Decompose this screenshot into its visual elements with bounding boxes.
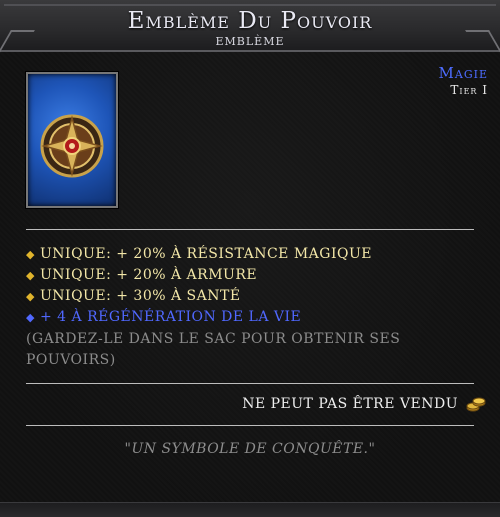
item-icon-frame — [26, 72, 118, 208]
gold-coins-icon — [466, 397, 486, 412]
diamond-bullet-icon: ◆ — [26, 290, 35, 303]
diamond-bullet-icon: ◆ — [26, 311, 35, 324]
diamond-bullet-icon: ◆ — [26, 248, 35, 261]
item-title: Emblème Du Pouvoir — [127, 8, 373, 34]
stat-text: + 4 à Régénération de la Vie — [40, 309, 302, 325]
diamond-bullet-icon: ◆ — [26, 269, 35, 282]
stat-line: ◆ + 4 à Régénération de la Vie — [26, 307, 476, 328]
stat-text: Unique: + 20% à Résistance Magique — [40, 246, 372, 262]
golden-emblem-icon — [40, 114, 104, 178]
stat-line: ◆ Unique: + 20% à Résistance Magique — [26, 244, 476, 265]
tooltip-bottom-border — [0, 502, 500, 517]
sell-text: Ne peut pas être vendu — [242, 396, 458, 412]
divider — [26, 425, 474, 426]
divider — [26, 383, 474, 384]
item-rarity: Magie — [438, 64, 488, 82]
flavor-text: "Un symbole de conquête." — [124, 441, 376, 457]
header-rim — [4, 4, 496, 6]
stat-text: Unique: + 20% à Armure — [40, 267, 258, 283]
sell-status: Ne peut pas être vendu — [242, 395, 486, 413]
item-stats: ◆ Unique: + 20% à Résistance Magique ◆ Uni… — [26, 244, 476, 371]
item-tier: Tier I — [450, 83, 488, 97]
stat-text: Unique: + 30% à Santé — [40, 288, 241, 304]
tooltip-header: Emblème Du Pouvoir Emblème — [0, 0, 500, 54]
stat-line: ◆ Unique: + 20% à Armure — [26, 265, 476, 286]
usage-note: (Gardez-le dans le sac pour obtenir ses … — [26, 331, 401, 368]
stat-line: ◆ Unique: + 30% à Santé — [26, 286, 476, 307]
item-tooltip: Emblème Du Pouvoir Emblème Magie Tier I … — [0, 0, 500, 517]
item-type: Emblème — [215, 35, 285, 48]
divider — [26, 229, 474, 230]
